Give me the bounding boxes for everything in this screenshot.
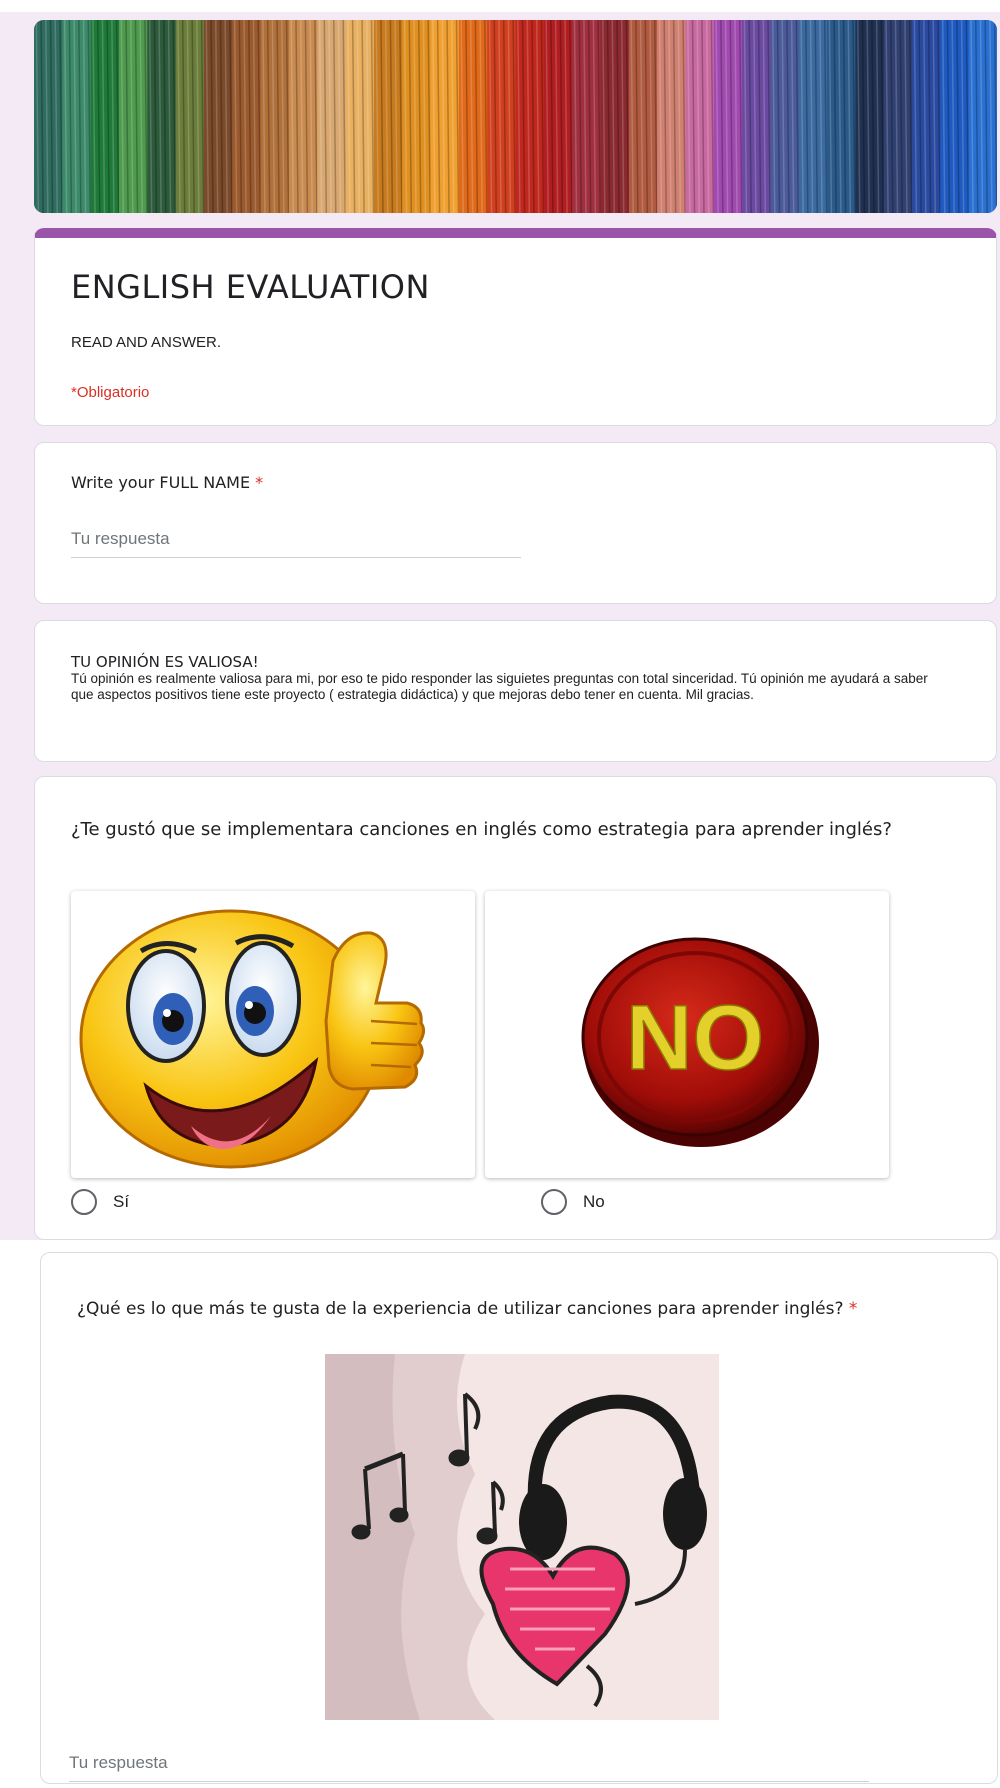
option-si[interactable]: Sí bbox=[71, 1189, 129, 1215]
yarn-stripes-graphic bbox=[34, 20, 997, 213]
form-title-card: ENGLISH EVALUATION READ AND ANSWER. *Obl… bbox=[34, 228, 997, 426]
question-label-text: Write your FULL NAME bbox=[71, 473, 251, 492]
option-image-thumbs-up-smiley[interactable] bbox=[71, 891, 475, 1178]
full-name-input[interactable]: Tu respuesta bbox=[71, 529, 521, 558]
header-banner-image bbox=[34, 20, 997, 213]
what-you-like-input[interactable]: Tu respuesta bbox=[69, 1753, 869, 1782]
thumbs-up-smiley-icon bbox=[79, 909, 426, 1169]
section-title: TU OPINIÓN ES VALIOSA! bbox=[71, 653, 259, 671]
form-title: ENGLISH EVALUATION bbox=[71, 268, 430, 306]
page-top-strip bbox=[0, 0, 1000, 12]
option-no[interactable]: No bbox=[541, 1189, 605, 1215]
red-no-button-icon: NO bbox=[581, 937, 819, 1147]
section-description: Tú opinión es realmente valiosa para mi,… bbox=[71, 671, 928, 702]
question-label: Write your FULL NAME * bbox=[71, 473, 263, 492]
option-label-no: No bbox=[583, 1192, 605, 1211]
option-label-si: Sí bbox=[113, 1192, 130, 1211]
question-full-name: Write your FULL NAME * Tu respuesta bbox=[34, 442, 997, 604]
headphones-heart-image bbox=[325, 1354, 719, 1720]
question-what-you-like: ¿Qué es lo que más te gusta de la experi… bbox=[40, 1252, 998, 1784]
required-asterisk: * bbox=[255, 473, 264, 492]
question-songs-liked: ¿Te gustó que se implementara canciones … bbox=[34, 776, 997, 1240]
question-label: ¿Te gustó que se implementara canciones … bbox=[71, 819, 892, 840]
option-image-red-no-button[interactable]: NO bbox=[485, 891, 889, 1178]
no-button-text: NO bbox=[626, 987, 764, 1089]
required-asterisk: * bbox=[848, 1299, 858, 1319]
radio-button-no[interactable] bbox=[541, 1189, 567, 1215]
required-note: *Obligatorio bbox=[71, 384, 150, 401]
radio-button-si[interactable] bbox=[71, 1189, 97, 1215]
headphones-heart-music-notes-icon bbox=[325, 1354, 719, 1720]
form-description: READ AND ANSWER. bbox=[71, 334, 222, 351]
question-label: ¿Qué es lo que más te gusta de la experi… bbox=[77, 1299, 857, 1319]
opinion-section-card: TU OPINIÓN ES VALIOSA! Tú opinión es rea… bbox=[34, 620, 997, 762]
question-label-text: ¿Qué es lo que más te gusta de la experi… bbox=[77, 1299, 844, 1319]
